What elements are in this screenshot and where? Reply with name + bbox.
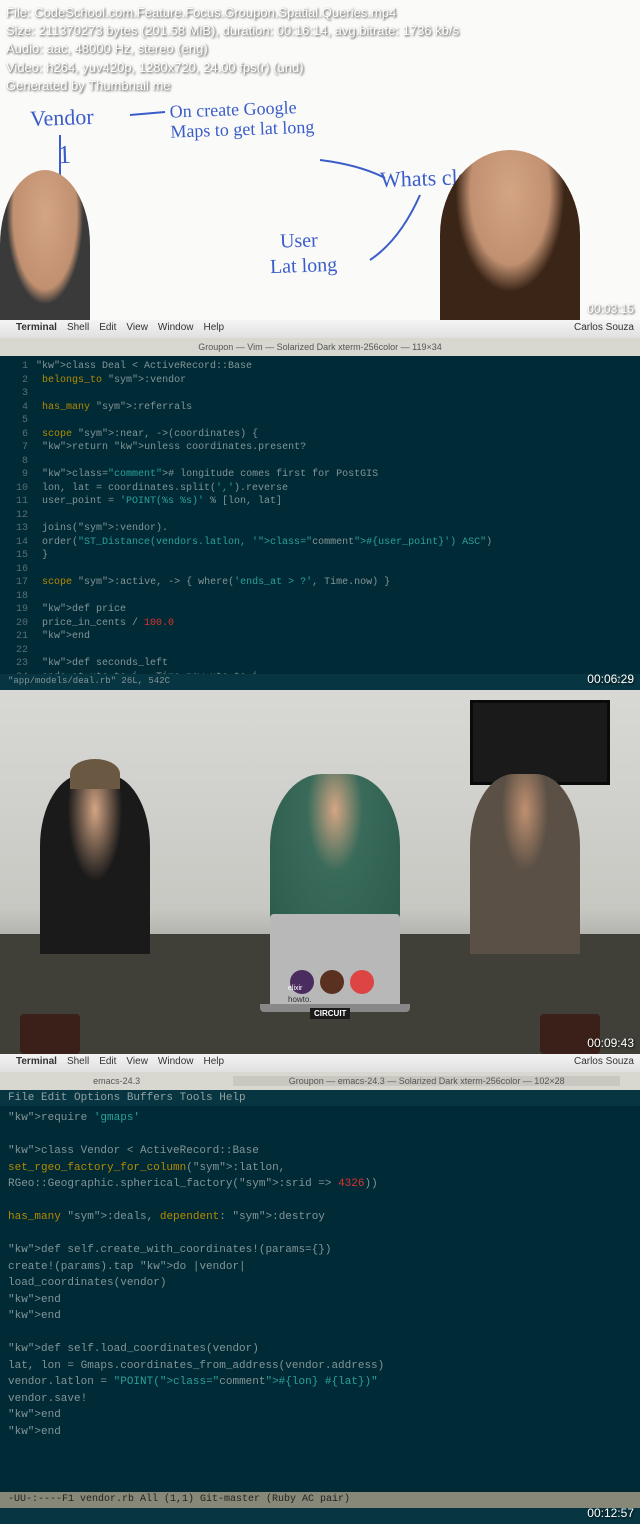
person-left [0,170,90,320]
size-bytes: 211370273 bytes [39,23,138,38]
tv-monitor [470,700,610,785]
menu-view-2: View [126,1056,148,1070]
vim-code-area: 1"kw">class Deal < ActiveRecord::Base2 b… [0,356,640,715]
menu-help-2: Help [204,1056,225,1070]
sticker-misc [350,970,374,994]
emacs-code-area: "kw">require 'gmaps' "kw">class Vendor <… [0,1106,640,1444]
menu-window-2: Window [158,1056,194,1070]
size-label: Size: [6,23,35,38]
size-mib: (201.58 MiB) [141,23,215,38]
wb-latlong: Lat long [270,254,338,279]
vim-statusbar: "app/models/deal.rb" 26L, 542C 7,1 [0,674,640,690]
emacs-minibuffer [0,1508,640,1524]
menu-shell: Shell [67,322,89,336]
sticker-howto-text: howto. [288,995,312,1004]
sticker-howto [320,970,344,994]
video-value: h264, yuv420p, 1280x720, 24.00 fps(r) (u… [46,60,303,75]
person-1 [40,774,150,954]
wb-user: User [280,229,319,253]
sticker-circuit: CIRCUIT [310,1008,350,1019]
thumbnail-panel-2: Terminal Shell Edit View Window Help Car… [0,320,640,690]
file-label: File: [6,5,31,20]
terminal-tabs-2: emacs-24.3 Groupon — emacs-24.3 — Solari… [0,1072,640,1090]
wb-one: 1 [57,140,71,170]
person-right [440,150,580,320]
sticker-elixir-text: elixir [288,985,302,992]
menubar-user-2: Carlos Souza [574,1056,634,1070]
vim-status-file: "app/models/deal.rb" 26L, 542C [8,676,170,688]
person-3 [470,774,580,954]
mac-menubar-2: Terminal Shell Edit View Window Help Car… [0,1054,640,1072]
emacs-modeline: -UU-:----F1 vendor.rb All (1,1) Git-mast… [0,1492,640,1508]
wb-oncreate: On create Google Maps to get lat long [169,97,320,142]
menu-help: Help [204,322,225,336]
thumbnail-panel-4: Terminal Shell Edit View Window Help Car… [0,1054,640,1524]
generator-text: Generated by Thumbnail me [6,77,459,95]
emacs-menubar: File Edit Options Buffers Tools Help [0,1090,640,1106]
thumbnail-panel-3: elixir CIRCUIT howto. 00:09:43 [0,690,640,1054]
timestamp-1: 00:03:15 [587,302,634,316]
chair-left [20,1014,80,1054]
timestamp-2: 00:06:29 [587,672,634,686]
audio-label: Audio: [6,41,43,56]
thumbnail-panel-1: File: CodeSchool.com.Feature.Focus.Group… [0,0,640,320]
audio-value: aac, 48000 Hz, stereo (eng) [47,41,208,56]
bitrate-label: avg.bitrate: [335,23,399,38]
menu-edit-2: Edit [99,1056,116,1070]
wb-vendor: Vendor [30,104,94,132]
menu-window: Window [158,322,194,336]
menubar-user: Carlos Souza [574,322,634,336]
tab-center: Groupon — emacs-24.3 — Solarized Dark xt… [233,1076,620,1086]
app-name-2: Terminal [16,1056,57,1070]
file-info-overlay: File: CodeSchool.com.Feature.Focus.Group… [6,4,459,95]
menu-shell-2: Shell [67,1056,89,1070]
duration-value: 00:16:14 [277,23,328,38]
timestamp-3: 00:09:43 [587,1036,634,1050]
menu-edit: Edit [99,322,116,336]
bitrate-value: 1736 kb/s [403,23,459,38]
menu-view: View [126,322,148,336]
app-name: Terminal [16,322,57,336]
file-name: CodeSchool.com.Feature.Focus.Groupon.Spa… [34,5,396,20]
mac-menubar: Terminal Shell Edit View Window Help Car… [0,320,640,338]
timestamp-4: 00:12:57 [587,1506,634,1520]
terminal-tab: Groupon — Vim — Solarized Dark xterm-256… [0,338,640,356]
tab-left: emacs-24.3 [20,1076,213,1086]
video-label: Video: [6,60,43,75]
duration-label: duration: [223,23,274,38]
